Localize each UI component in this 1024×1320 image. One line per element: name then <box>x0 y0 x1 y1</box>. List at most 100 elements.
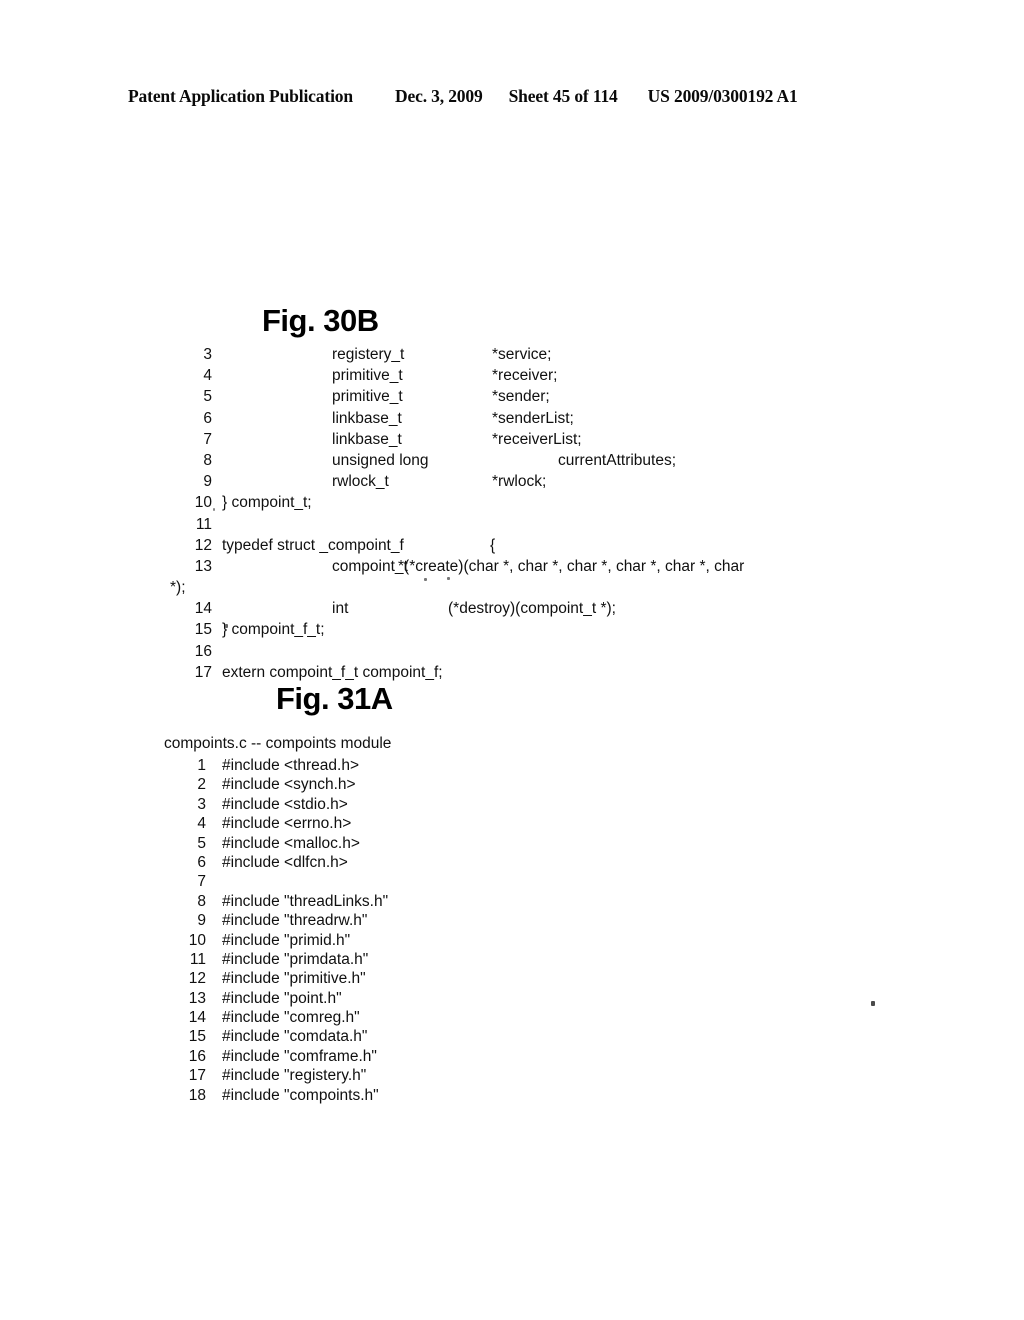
code-row: 9 rwlock_t *rwlock; <box>186 471 946 492</box>
line-number: 10 <box>188 931 206 949</box>
scan-speck-artifact <box>424 578 427 581</box>
line-number: 18 <box>188 1086 206 1104</box>
code-statement: #include <stdio.h> <box>222 795 348 813</box>
line-number: 17 <box>188 1067 206 1085</box>
line-number: 11 <box>195 515 212 533</box>
code-type: rwlock_t <box>332 473 389 491</box>
code-row: 11 <box>186 514 946 535</box>
code-row: 12 #include "primitive.h" <box>180 969 600 988</box>
line-number: 16 <box>194 642 212 660</box>
code-statement: #include <errno.h> <box>222 815 352 833</box>
line-number: 13 <box>188 989 206 1007</box>
code-type: unsigned long <box>332 451 429 469</box>
code-row: 3 registery_t *service; <box>186 344 946 365</box>
code-row-continuation: *); <box>170 577 946 598</box>
code-identifier: currentAttributes; <box>558 451 677 469</box>
code-statement: #include <dlfcn.h> <box>222 853 348 871</box>
code-row: 8 unsigned long currentAttributes; <box>186 450 946 471</box>
code-row: 9 #include "threadrw.h" <box>180 911 600 930</box>
code-identifier: *receiverList; <box>492 430 582 448</box>
code-row: 15 #include "comdata.h" <box>180 1027 600 1046</box>
line-number: 12 <box>194 536 212 554</box>
code-row: 2 #include <synch.h> <box>180 775 600 794</box>
code-row: 6 #include <dlfcn.h> <box>180 853 600 872</box>
figure-caption-31a: compoints.c -- compoints module <box>164 735 392 752</box>
code-statement: #include "threadrw.h" <box>222 912 368 930</box>
line-number: 15 <box>194 621 212 639</box>
line-number: 7 <box>197 873 206 891</box>
code-type: int <box>332 600 349 618</box>
line-number: 13 <box>194 557 212 575</box>
code-statement: #include "registery.h" <box>222 1067 367 1085</box>
code-statement: (*destroy)(compoint_t *); <box>448 600 616 618</box>
code-statement: } compoint_t; <box>222 494 312 512</box>
code-row: 7 <box>180 872 600 891</box>
code-open-brace: { <box>490 536 496 554</box>
code-statement: *(*create)(char *, char *, char *, char … <box>398 557 745 575</box>
code-statement: typedef struct _compoint_f <box>222 536 404 554</box>
code-statement: #include "comreg.h" <box>222 1009 360 1027</box>
code-listing-fig-31a: 1 #include <thread.h> 2 #include <synch.… <box>180 756 600 1105</box>
code-statement: } compoint_f_t; <box>222 621 325 639</box>
line-number: 2 <box>197 776 206 794</box>
code-row: 15 } compoint_f_t; <box>186 619 946 640</box>
code-statement: #include "compoints.h" <box>222 1086 379 1104</box>
code-statement: #include "comdata.h" <box>222 1028 368 1046</box>
line-number: 16 <box>188 1047 206 1065</box>
code-statement: #include "primitive.h" <box>222 970 366 988</box>
line-number: 4 <box>197 815 206 833</box>
code-wrap-text: *); <box>170 579 186 597</box>
line-number: 1 <box>197 757 206 774</box>
code-type: registery_t <box>332 346 405 363</box>
line-number: 14 <box>194 600 212 618</box>
header-patent-number: US 2009/0300192 A1 <box>647 86 798 106</box>
code-row: 18 #include "compoints.h" <box>180 1086 600 1105</box>
code-statement: #include "primid.h" <box>222 931 351 949</box>
code-row: 16 <box>186 641 946 662</box>
code-row: 17 extern compoint_f_t compoint_f; <box>186 662 946 683</box>
line-number: 4 <box>203 367 212 385</box>
line-number: 5 <box>203 388 212 406</box>
code-type: linkbase_t <box>332 430 402 448</box>
code-identifier: *senderList; <box>492 409 574 427</box>
code-row: 8 #include "threadLinks.h" <box>180 892 600 911</box>
code-row: 5 primitive_t *sender; <box>186 386 946 407</box>
page-header: Patent Application Publication Dec. 3, 2… <box>128 86 896 107</box>
line-number: 17 <box>194 663 212 681</box>
figure-heading-31a: Fig. 31A <box>276 681 393 716</box>
code-row: 5 #include <malloc.h> <box>180 834 600 853</box>
code-row: 3 #include <stdio.h> <box>180 795 600 814</box>
line-number: 15 <box>188 1028 206 1046</box>
code-type: primitive_t <box>332 367 403 385</box>
scan-speck-artifact <box>447 577 450 580</box>
line-number: 9 <box>197 912 206 930</box>
line-number: 8 <box>203 451 212 469</box>
code-type: compoint_t <box>332 557 408 575</box>
code-row: 16 #include "comframe.h" <box>180 1047 600 1066</box>
code-identifier: *rwlock; <box>492 473 547 491</box>
code-row: 4 primitive_t *receiver; <box>186 365 946 386</box>
line-number: 5 <box>197 834 206 852</box>
code-row: 13 compoint_t *(*create)(char *, char *,… <box>186 556 946 577</box>
code-row: 4 #include <errno.h> <box>180 814 600 833</box>
line-number: 14 <box>188 1009 206 1027</box>
code-row: 17 #include "registery.h" <box>180 1066 600 1085</box>
header-date-label: Dec. 3, 2009 <box>394 86 483 106</box>
figure-heading-30b: Fig. 30B <box>262 303 379 338</box>
line-number: 7 <box>203 430 212 448</box>
code-statement: #include <thread.h> <box>222 757 360 774</box>
line-number: 3 <box>197 795 206 813</box>
code-row: 10 #include "primid.h" <box>180 931 600 950</box>
code-type: linkbase_t <box>332 409 402 427</box>
code-identifier: *receiver; <box>492 367 558 385</box>
code-row: 1 #include <thread.h> <box>180 756 600 775</box>
line-number: 12 <box>188 970 206 988</box>
line-number: 6 <box>203 409 212 427</box>
code-row: 7 linkbase_t *receiverList; <box>186 429 946 450</box>
line-number: 10 <box>194 494 212 512</box>
code-listing-fig-30b: 3 registery_t *service; 4 primitive_t *r… <box>170 344 946 683</box>
code-statement: #include "comframe.h" <box>222 1047 377 1065</box>
code-statement: #include <malloc.h> <box>222 834 360 852</box>
scan-speck-artifact <box>213 508 215 511</box>
code-row: 12 typedef struct _compoint_f { <box>186 535 946 556</box>
